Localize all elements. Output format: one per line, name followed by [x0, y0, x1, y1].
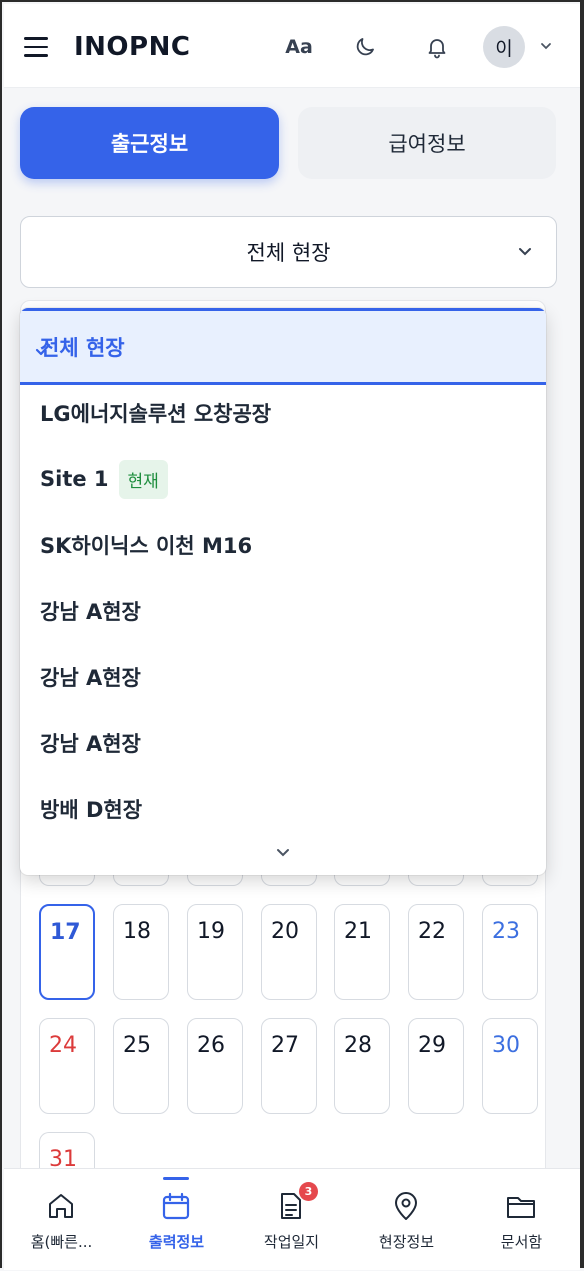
nav-worklog[interactable]: 3 작업일지	[234, 1169, 349, 1271]
calendar-day[interactable]: 22	[408, 904, 464, 1000]
bottom-nav: 홈(빠른... 출력정보 3 작업일지 현장정보 문서함	[4, 1168, 580, 1270]
site-select[interactable]: 전체 현장	[20, 216, 557, 288]
site-select-value: 전체 현장	[246, 241, 331, 265]
home-icon	[49, 1194, 73, 1218]
dropdown-option-selected[interactable]: 전체 현장	[20, 308, 546, 385]
option-label: 강남 A현장	[40, 732, 141, 756]
calendar-day[interactable]: 27	[261, 1018, 317, 1114]
option-label: 전체 현장	[40, 335, 125, 360]
map-pin-icon	[395, 1192, 417, 1220]
nav-label: 현장정보	[378, 1233, 435, 1251]
option-label: 강남 A현장	[40, 666, 141, 690]
calendar-day[interactable]: 21	[334, 904, 390, 1000]
notification-badge: 3	[299, 1182, 318, 1201]
option-label: LG에너지솔루션 오창공장	[40, 402, 272, 426]
option-label: 강남 A현장	[40, 600, 141, 624]
calendar-day-saturday[interactable]: 30	[482, 1018, 538, 1114]
tab-attendance[interactable]: 출근정보	[20, 107, 279, 179]
nav-documents[interactable]: 문서함	[464, 1169, 579, 1271]
check-icon	[35, 343, 51, 356]
chevron-down-icon	[519, 248, 531, 256]
info-tabs: 출근정보 급여정보	[16, 104, 558, 182]
calendar-day[interactable]: 25	[113, 1018, 169, 1114]
moon-icon[interactable]	[350, 32, 380, 62]
calendar-day[interactable]: 19	[187, 904, 243, 1000]
site-dropdown: 전체 현장 LG에너지솔루션 오창공장 Site 1 현재 SK하이닉스 이천 …	[20, 308, 546, 875]
dropdown-option[interactable]: 강남 A현장	[20, 710, 546, 776]
nav-home[interactable]: 홈(빠른...	[4, 1169, 119, 1271]
calendar-icon	[162, 1192, 190, 1220]
dropdown-option[interactable]: 방배 D현장	[20, 776, 546, 842]
nav-label: 출력정보	[148, 1233, 205, 1251]
nav-site-info[interactable]: 현장정보	[349, 1169, 464, 1271]
app-frame: INOPNC Aa 이 출근정보 급여정보 전체 현장 17 18 19 20 …	[0, 0, 584, 1270]
dropdown-option[interactable]: 강남 A현장	[20, 578, 546, 644]
nav-label: 문서함	[500, 1233, 543, 1251]
calendar-day[interactable]: 18	[113, 904, 169, 1000]
bell-icon[interactable]	[422, 32, 452, 62]
calendar-day-sunday[interactable]: 31	[39, 1132, 95, 1172]
option-label: Site 1	[40, 467, 109, 491]
tab-salary[interactable]: 급여정보	[298, 107, 556, 179]
calendar-day[interactable]: 26	[187, 1018, 243, 1114]
dropdown-option[interactable]: SK하이닉스 이천 M16	[20, 512, 546, 578]
app-header: INOPNC Aa 이	[4, 4, 580, 88]
option-label: 방배 D현장	[40, 798, 143, 822]
nav-attendance[interactable]: 출력정보	[119, 1169, 234, 1271]
current-badge: 현재	[118, 459, 168, 499]
dropdown-option[interactable]: LG에너지솔루션 오창공장	[20, 380, 546, 446]
app-title: INOPNC	[74, 32, 191, 62]
calendar-day[interactable]: 29	[408, 1018, 464, 1114]
option-label: SK하이닉스 이천 M16	[40, 534, 253, 558]
chevron-down-icon[interactable]	[536, 36, 556, 56]
avatar[interactable]: 이	[483, 26, 525, 68]
calendar-day[interactable]: 20	[261, 904, 317, 1000]
menu-icon[interactable]	[24, 37, 48, 59]
active-indicator	[163, 1177, 189, 1180]
nav-label: 홈(빠른...	[30, 1233, 93, 1251]
calendar-day-sunday[interactable]: 24	[39, 1018, 95, 1114]
calendar-day-today[interactable]: 17	[39, 904, 95, 1000]
calendar-day-saturday[interactable]: 23	[482, 904, 538, 1000]
font-size-icon[interactable]: Aa	[284, 32, 314, 62]
dropdown-option[interactable]: 강남 A현장	[20, 644, 546, 710]
scroll-down-chevron-icon[interactable]	[272, 842, 294, 864]
calendar-day[interactable]: 28	[334, 1018, 390, 1114]
folder-icon	[507, 1197, 535, 1218]
nav-label: 작업일지	[263, 1233, 320, 1251]
dropdown-option[interactable]: Site 1 현재	[20, 446, 546, 512]
